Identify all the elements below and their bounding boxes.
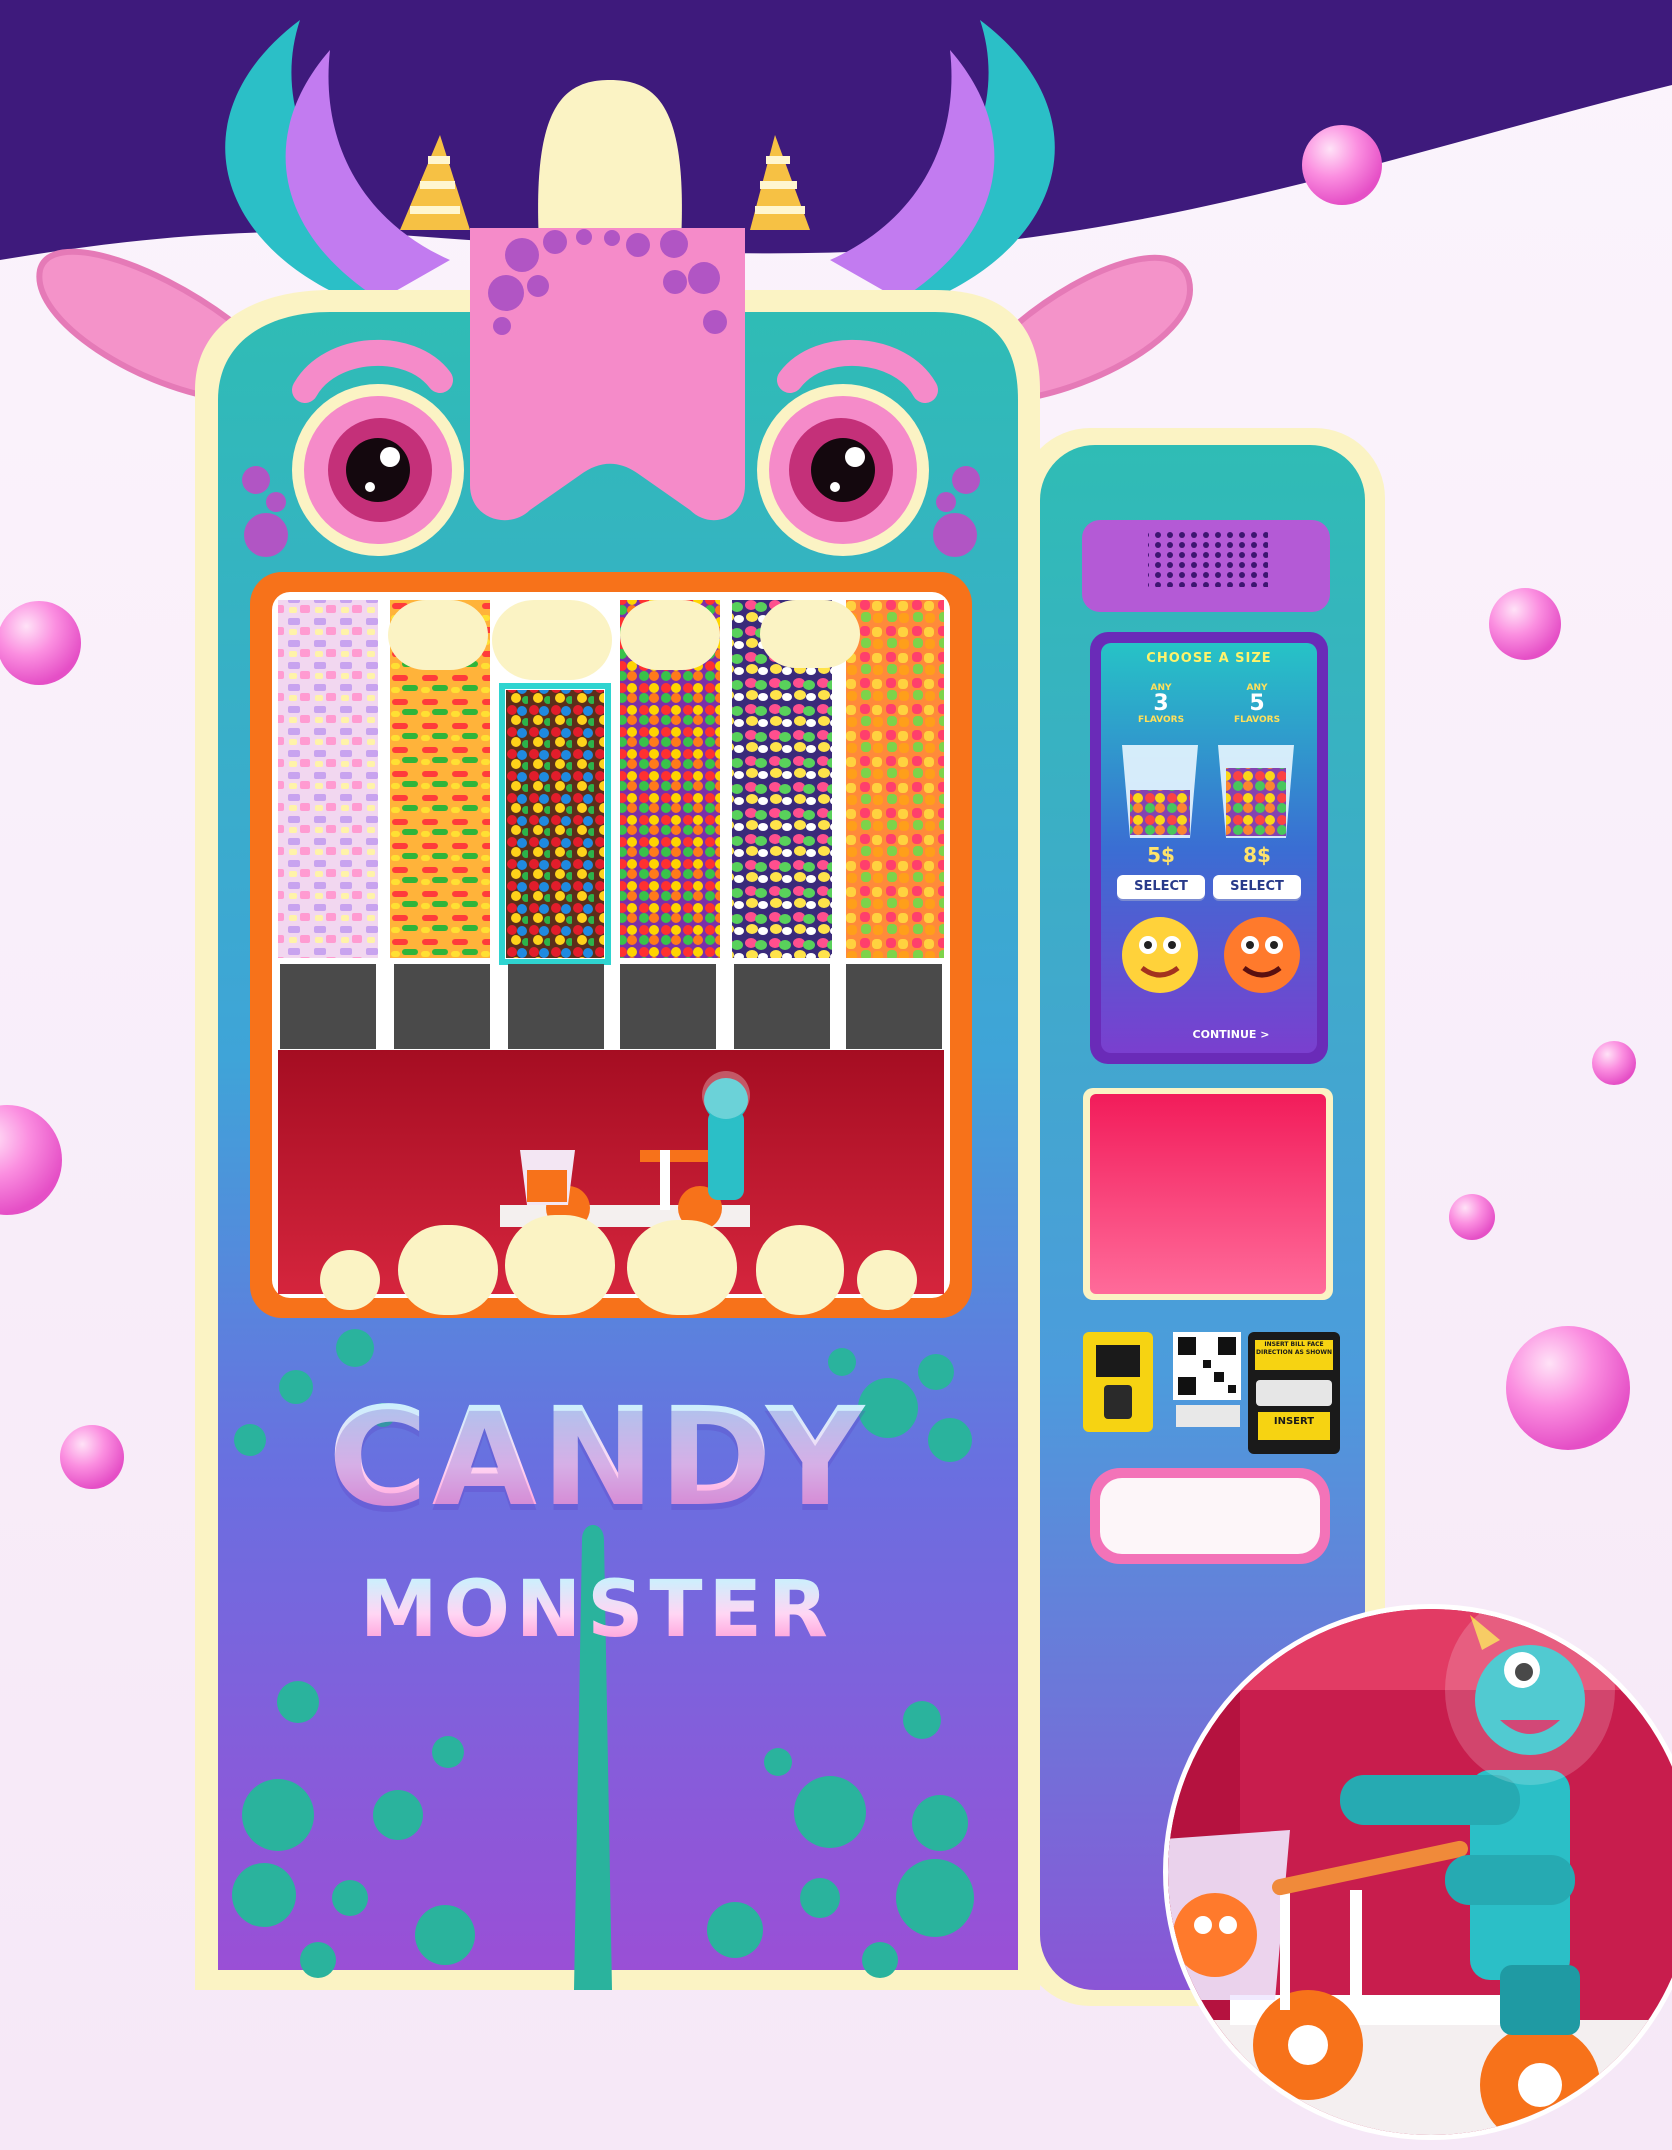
main-cabinet — [195, 228, 1040, 1990]
option-suffix: FLAVORS — [1137, 715, 1185, 725]
speaker-grille-icon — [1148, 532, 1268, 587]
brand-line-1: CANDY — [328, 1390, 888, 1526]
dispenser-door[interactable] — [1090, 1094, 1326, 1294]
brand-line-2: MONSTER — [360, 1570, 880, 1650]
price-small: 5$ — [1147, 843, 1175, 867]
bill-acceptor-insert-label: INSERT — [1273, 1416, 1315, 1427]
screen-ui: CHOOSE A SIZE ANY 3 FLAVORS ANY 5 FLAVOR… — [1101, 643, 1317, 1053]
select-small-button[interactable]: SELECT — [1117, 875, 1205, 899]
option-suffix: FLAVORS — [1233, 715, 1281, 725]
select-large-button[interactable]: SELECT — [1213, 875, 1301, 899]
continue-button[interactable]: CONTINUE > — [1161, 1028, 1301, 1041]
price-large: 8$ — [1243, 843, 1271, 867]
pickup-tray[interactable] — [1100, 1478, 1320, 1554]
option-count: 3 — [1153, 691, 1169, 716]
candy-monster-scene — [0, 0, 1672, 2140]
option-3-flavors[interactable]: ANY 3 FLAVORS — [1113, 683, 1209, 725]
option-count: 5 — [1249, 691, 1265, 716]
option-5-flavors[interactable]: ANY 5 FLAVORS — [1209, 683, 1305, 725]
bill-acceptor-instructions: INSERT BILL FACE DIRECTION AS SHOWN — [1256, 1341, 1333, 1356]
screen-header: CHOOSE A SIZE — [1146, 651, 1272, 666]
